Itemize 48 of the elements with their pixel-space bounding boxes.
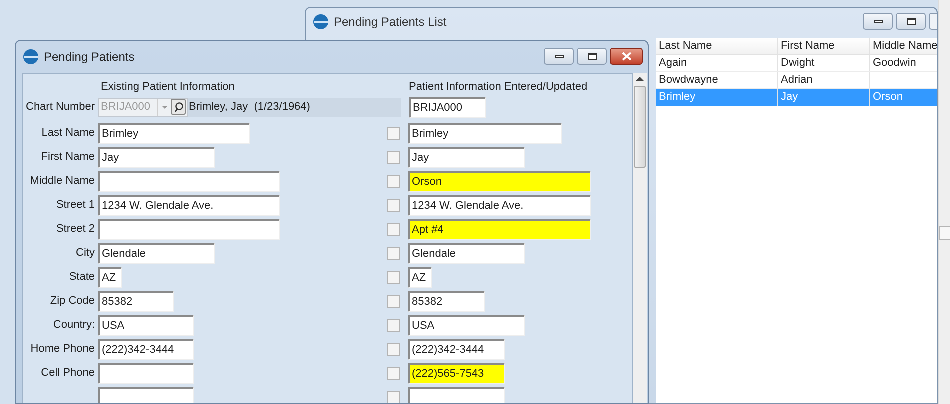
input-field[interactable]: Brimley	[98, 122, 250, 144]
patient-summary: Brimley, Jay (1/23/1964)	[188, 98, 401, 116]
input-field[interactable]: AZ	[408, 266, 432, 288]
field-label: Street 1	[56, 198, 95, 211]
field-label: Chart Number	[26, 100, 96, 115]
table-cell: Bowdwayne	[659, 74, 718, 86]
input-field[interactable]: USA	[98, 314, 194, 336]
input-field[interactable]: (222)342-3444	[98, 338, 194, 360]
dropdown-value: BRIJA000	[100, 100, 152, 115]
field-label: Home Phone	[30, 342, 95, 355]
input-field[interactable]: (222)565-7543	[408, 362, 505, 384]
field-label: Cell Phone	[41, 366, 95, 379]
table-cell: Jay	[781, 91, 798, 103]
field-label: First Name	[41, 150, 95, 163]
field-label: Street 2	[56, 222, 95, 235]
table-cell: Goodwin	[873, 57, 916, 69]
input-field[interactable]: Jay	[408, 146, 525, 168]
input-field[interactable]: 85382	[98, 290, 174, 312]
table-cell: Adrian	[781, 74, 813, 86]
window-title: Pending Patients	[44, 48, 135, 66]
input-field[interactable]: (222)342-3444	[408, 338, 505, 360]
window-title: Pending Patients List	[334, 14, 447, 30]
section-heading: Existing Patient Information	[101, 80, 236, 95]
input-field[interactable]: 1234 W. Glendale Ave.	[408, 194, 591, 216]
field-label: City	[76, 246, 95, 259]
input-field[interactable]: BRIJA000	[409, 96, 486, 118]
input-field[interactable]: Glendale	[98, 242, 215, 264]
field-label: Zip Code	[50, 294, 95, 307]
field-label: Middle Name	[30, 174, 95, 187]
input-field[interactable]: AZ	[98, 266, 122, 288]
field-label: Country:	[53, 318, 95, 331]
input-field[interactable]: 1234 W. Glendale Ave.	[98, 194, 280, 216]
input-field[interactable]: 85382	[408, 290, 485, 312]
column-header[interactable]: Last Name	[656, 38, 778, 54]
section-heading: Patient Information Entered/Updated	[409, 80, 588, 95]
table-cell: Brimley	[659, 91, 696, 103]
field-label: Last Name	[42, 126, 95, 139]
input-field[interactable]: Orson	[408, 170, 591, 192]
input-field[interactable]: Jay	[98, 146, 215, 168]
table-cell: Dwight	[781, 57, 815, 69]
input-field[interactable]: Brimley	[408, 122, 562, 144]
input-field[interactable]: USA	[408, 314, 525, 336]
field-label: State	[69, 270, 95, 283]
table-cell: Orson	[873, 91, 903, 103]
table-cell: Again	[659, 57, 688, 69]
input-field[interactable]: Glendale	[408, 242, 525, 264]
column-header[interactable]: First Name	[778, 38, 870, 54]
input-field[interactable]: Apt #4	[408, 218, 591, 240]
